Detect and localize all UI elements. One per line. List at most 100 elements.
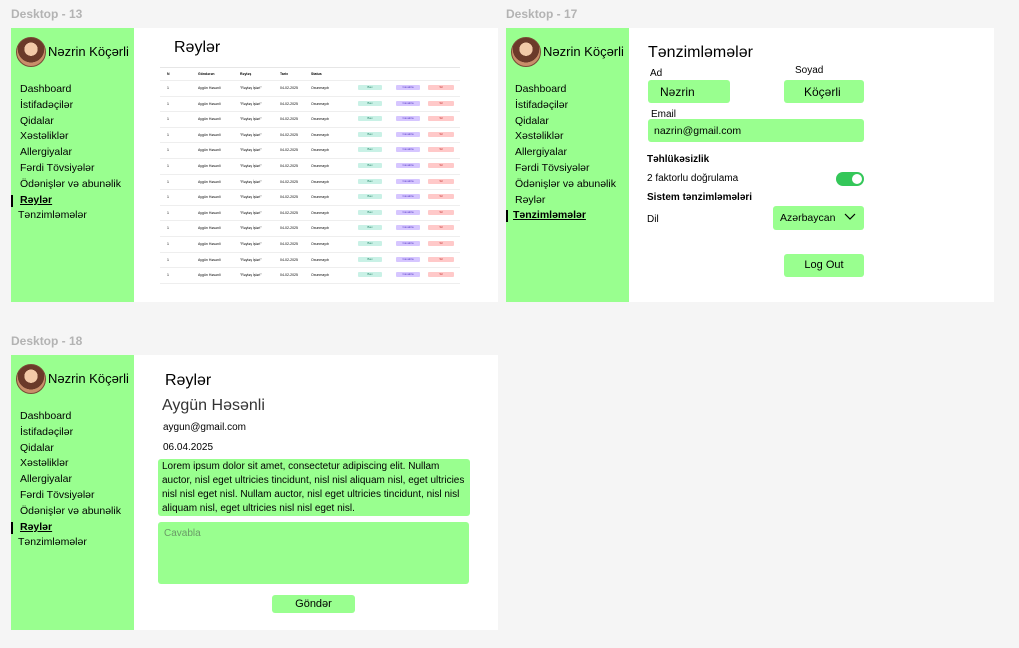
two-factor-toggle[interactable]	[836, 172, 864, 186]
sidebar-item-allergies[interactable]: Allergiyalar	[11, 145, 134, 161]
sidebar-item-reviews[interactable]: Rəylər	[11, 520, 134, 536]
sidebar-item-recommendations[interactable]: Fərdi Tövsiyələr	[11, 161, 134, 177]
sidebar-item-payments[interactable]: Ödənişlər və abunəlik	[11, 504, 134, 520]
reply-button[interactable]: Cavabla	[396, 147, 420, 153]
sidebar-item-foods[interactable]: Qidalar	[11, 114, 134, 130]
sidebar-item-reviews[interactable]: Rəylər	[11, 193, 134, 209]
view-button[interactable]: Bax	[358, 100, 382, 106]
cell-n: 1	[167, 241, 169, 246]
cell-status: Oxunmayıb	[311, 163, 329, 168]
delete-button[interactable]: Sil	[428, 116, 454, 122]
sidebar-item-diseases[interactable]: Xəstəliklər	[11, 129, 134, 145]
reply-button[interactable]: Cavabla	[396, 272, 420, 278]
avatar[interactable]	[16, 364, 46, 394]
sidebar-item-diseases[interactable]: Xəstəliklər	[506, 129, 629, 145]
cell-status: Oxunmayıb	[311, 101, 329, 106]
sidebar-item-allergies[interactable]: Allergiyalar	[506, 145, 629, 161]
delete-button[interactable]: Sil	[428, 100, 454, 106]
cell-review: "Rəyləş İşləri"	[240, 257, 262, 262]
reply-button[interactable]: Cavabla	[396, 256, 420, 262]
table-row: 1 Aygün Həsənli "Rəyləş İşləri" 04-02-2025 O…	[160, 97, 460, 113]
sidebar-item-foods[interactable]: Qidalar	[11, 441, 134, 457]
view-button[interactable]: Bax	[358, 131, 382, 137]
reply-button[interactable]: Cavabla	[396, 100, 420, 106]
avatar[interactable]	[511, 37, 541, 67]
cell-n: 1	[167, 117, 169, 122]
view-button[interactable]: Bax	[358, 178, 382, 184]
sidebar-item-allergies[interactable]: Allergiyalar	[11, 472, 134, 488]
delete-button[interactable]: Sil	[428, 225, 454, 231]
cell-date: 04-02-2025	[280, 210, 298, 215]
header-sender: Göndərən	[198, 72, 215, 76]
delete-button[interactable]: Sil	[428, 178, 454, 184]
sidebar-item-dashboard[interactable]: Dashboard	[506, 82, 629, 98]
delete-button[interactable]: Sil	[428, 240, 454, 246]
cell-n: 1	[167, 132, 169, 137]
delete-button[interactable]: Sil	[428, 131, 454, 137]
cell-review: "Rəyləş İşləri"	[240, 273, 262, 278]
sidebar-item-diseases[interactable]: Xəstəliklər	[11, 456, 134, 472]
table-row: 1 Aygün Həsənli "Rəyləş İşləri" 04-02-2025 O…	[160, 128, 460, 144]
language-select[interactable]: Azərbaycan	[773, 206, 864, 230]
sidebar-item-users[interactable]: İstifadəçilər	[506, 98, 629, 114]
sidebar-item-payments[interactable]: Ödənişlər və abunəlik	[11, 177, 134, 193]
view-button[interactable]: Bax	[358, 209, 382, 215]
view-button[interactable]: Bax	[358, 256, 382, 262]
delete-button[interactable]: Sil	[428, 85, 454, 90]
cell-n: 1	[167, 195, 169, 200]
sidebar-item-users[interactable]: İstifadəçilər	[11, 425, 134, 441]
delete-button[interactable]: Sil	[428, 272, 454, 278]
delete-button[interactable]: Sil	[428, 194, 454, 200]
sender-name: Aygün Həsənli	[162, 397, 265, 414]
sidebar-item-dashboard[interactable]: Dashboard	[11, 409, 134, 425]
reply-button[interactable]: Cavabla	[396, 209, 420, 215]
reply-button[interactable]: Cavabla	[396, 240, 420, 246]
cell-date: 04-02-2025	[280, 257, 298, 262]
delete-button[interactable]: Sil	[428, 147, 454, 153]
sidebar-item-reviews[interactable]: Rəylər	[506, 193, 629, 209]
cell-n: 1	[167, 257, 169, 262]
email-field[interactable]: nazrin@gmail.com	[648, 119, 864, 142]
send-button[interactable]: Göndər	[272, 595, 355, 613]
logout-button[interactable]: Log Out	[784, 254, 864, 277]
view-button[interactable]: Bax	[358, 162, 382, 168]
sidebar-item-payments[interactable]: Ödənişlər və abunəlik	[506, 177, 629, 193]
reply-button[interactable]: Cavabla	[396, 131, 420, 137]
view-button[interactable]: Bax	[358, 147, 382, 153]
delete-button[interactable]: Sil	[428, 162, 454, 168]
cell-n: 1	[167, 86, 169, 90]
sidebar-item-foods[interactable]: Qidalar	[506, 114, 629, 130]
view-button[interactable]: Bax	[358, 272, 382, 278]
cell-sender: Aygün Həsənli	[198, 163, 221, 168]
sidebar-item-users[interactable]: İstifadəçilər	[11, 98, 134, 114]
view-button[interactable]: Bax	[358, 85, 382, 90]
sidebar-item-recommendations[interactable]: Fərdi Tövsiyələr	[506, 161, 629, 177]
sidebar-item-dashboard[interactable]: Dashboard	[11, 82, 134, 98]
cell-n: 1	[167, 226, 169, 231]
sidebar-item-settings[interactable]: Tənzimləmələr	[11, 208, 134, 224]
delete-button[interactable]: Sil	[428, 209, 454, 215]
reply-button[interactable]: Cavabla	[396, 194, 420, 200]
first-name-field[interactable]: Nəzrin	[648, 80, 730, 103]
last-name-field[interactable]: Köçərli	[784, 80, 864, 103]
header-n: N	[167, 72, 170, 76]
reply-textarea[interactable]	[158, 522, 469, 584]
reply-button[interactable]: Cavabla	[396, 225, 420, 231]
reply-button[interactable]: Cavabla	[396, 162, 420, 168]
review-date: 06.04.2025	[163, 442, 214, 453]
reply-button[interactable]: Cavabla	[396, 116, 420, 122]
view-button[interactable]: Bax	[358, 194, 382, 200]
first-name-value: Nəzrin	[660, 85, 695, 99]
avatar[interactable]	[16, 37, 46, 67]
reply-button[interactable]: Cavabla	[396, 85, 420, 90]
view-button[interactable]: Bax	[358, 225, 382, 231]
cell-review: "Rəyləş İşləri"	[240, 210, 262, 215]
cell-sender: Aygün Həsənli	[198, 101, 221, 106]
delete-button[interactable]: Sil	[428, 256, 454, 262]
sidebar-item-settings[interactable]: Tənzimləmələr	[506, 208, 629, 224]
view-button[interactable]: Bax	[358, 240, 382, 246]
reply-button[interactable]: Cavabla	[396, 178, 420, 184]
sidebar-item-settings[interactable]: Tənzimləmələr	[11, 535, 134, 551]
sidebar-item-recommendations[interactable]: Fərdi Tövsiyələr	[11, 488, 134, 504]
view-button[interactable]: Bax	[358, 116, 382, 122]
